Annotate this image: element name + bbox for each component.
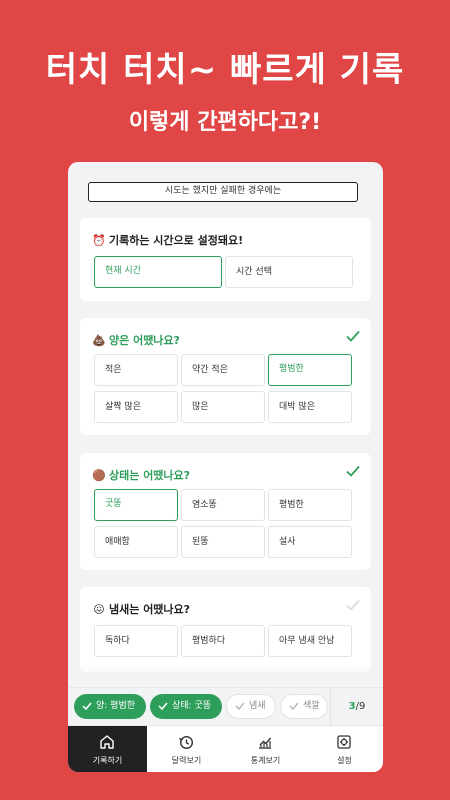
scroll-fade (68, 662, 383, 687)
chip-smell[interactable]: 냄새 (226, 694, 276, 719)
history-icon (178, 735, 194, 750)
amount-option[interactable]: 많은 (181, 391, 265, 423)
amount-option[interactable]: 평범한 (268, 354, 352, 386)
tab-stats[interactable]: 통계보기 (226, 726, 305, 772)
phone-screen: 시도는 했지만 실패한 경우에는 ⏰ 기록하는 시간으로 설정돼요! 현재 시간 … (68, 162, 383, 772)
amount-option[interactable]: 대박 많은 (268, 391, 352, 423)
smell-card: 😖 냄새는 어땠나요? 독하다 평범하다 아무 냄새 안남 (80, 587, 371, 672)
home-icon (100, 735, 114, 749)
state-card-title: 🟤 상태는 어땠나요? (92, 469, 191, 482)
state-card: 🟤 상태는 어땠나요? 굿똥 염소똥 평범한 애매함 된똥 설사 (80, 453, 371, 570)
time-option-select[interactable]: 시간 선택 (225, 256, 353, 288)
tab-calendar[interactable]: 달력보기 (147, 726, 226, 772)
chip-amount[interactable]: 양: 평범한 (74, 694, 146, 719)
state-option[interactable]: 애매함 (94, 526, 178, 558)
check-icon (158, 702, 168, 711)
poop-pile-icon: 🟤 (92, 469, 106, 482)
check-icon (235, 702, 245, 711)
failed-attempt-button[interactable]: 시도는 했지만 실패한 경우에는 (88, 182, 358, 202)
check-icon (346, 465, 360, 477)
headline-title: 터치 터치~ 빠르게 기록 (45, 50, 405, 90)
check-icon (346, 599, 360, 611)
chip-color[interactable]: 색깔 (280, 694, 328, 719)
poop-icon: 💩 (92, 334, 106, 347)
headline-subtitle: 이렇게 간편하다고?! (128, 110, 322, 135)
bottom-tab-bar: 기록하기 달력보기 통계보기 설정 (68, 725, 383, 772)
check-icon (82, 702, 92, 711)
amount-option[interactable]: 적은 (94, 354, 178, 386)
state-option[interactable]: 염소똥 (181, 489, 265, 521)
tab-settings[interactable]: 설정 (305, 726, 383, 772)
state-option[interactable]: 굿똥 (94, 489, 178, 521)
selection-chip-bar: 양: 평범한 상태: 굿똥 냄새 색깔 3/9 (68, 687, 383, 726)
smell-card-title: 😖 냄새는 어땠나요? (93, 603, 191, 616)
state-option[interactable]: 된똥 (181, 526, 265, 558)
gear-icon (337, 735, 351, 749)
check-icon (346, 330, 360, 342)
smell-option[interactable]: 평범하다 (181, 625, 265, 657)
time-card: ⏰ 기록하는 시간으로 설정돼요! 현재 시간 시간 선택 (80, 218, 371, 301)
alarm-clock-icon: ⏰ (92, 234, 106, 247)
check-icon (289, 702, 299, 711)
step-progress: 3/9 (330, 688, 383, 726)
pinched-face-icon: 😖 (93, 603, 105, 616)
chart-icon (259, 737, 272, 749)
amount-option[interactable]: 약간 적은 (181, 354, 265, 386)
amount-option[interactable]: 살짝 많은 (94, 391, 178, 423)
state-option[interactable]: 설사 (268, 526, 352, 558)
smell-option[interactable]: 아무 냄새 안남 (268, 625, 352, 657)
tab-record[interactable]: 기록하기 (68, 726, 147, 772)
time-card-title: ⏰ 기록하는 시간으로 설정돼요! (92, 234, 244, 247)
chip-state[interactable]: 상태: 굿똥 (150, 694, 222, 719)
smell-option[interactable]: 독하다 (94, 625, 178, 657)
amount-card-title: 💩 양은 어땠나요? (92, 334, 180, 347)
state-option[interactable]: 평범한 (268, 489, 352, 521)
amount-card: 💩 양은 어땠나요? 적은 약간 적은 평범한 살짝 많은 많은 대박 많은 (80, 318, 371, 435)
time-option-now[interactable]: 현재 시간 (94, 256, 222, 288)
